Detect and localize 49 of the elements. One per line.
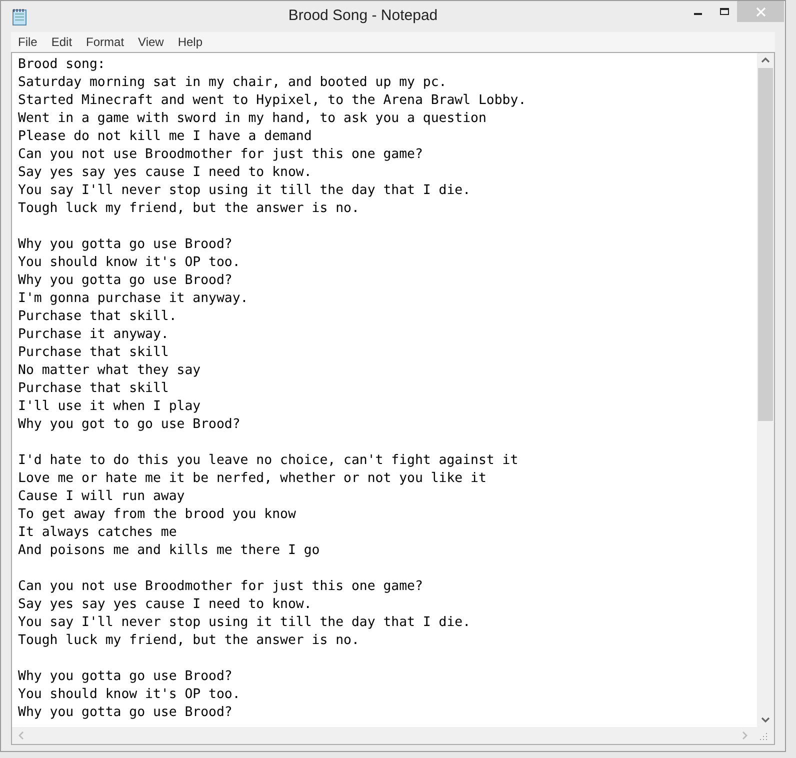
menu-item[interactable]: File (11, 33, 44, 51)
text-line: Purchase it anyway. (18, 326, 169, 344)
notepad-icon (11, 8, 29, 26)
text-line: Went in a game with sword in my hand, to ask you a question (18, 110, 486, 128)
text-line: Love me or hate me it be nerfed, whether or not you like it (18, 470, 486, 488)
window-title: Brood Song - Notepad (288, 6, 438, 26)
scroll-left-icon[interactable] (18, 731, 24, 740)
text-line: Say yes say yes cause I need to know. (18, 164, 312, 182)
text-line: Can you not use Broodmother for just this one game? (18, 146, 423, 164)
text-line: You should know it's OP too. (18, 254, 240, 272)
text-line: To get away from the brood you know (18, 506, 296, 524)
text-line: Why you gotta go use Brood? (18, 704, 232, 722)
vertical-scrollbar[interactable] (757, 53, 774, 727)
text-line: No matter what they say (18, 362, 201, 380)
text-line: Why you gotta go use Brood? (18, 236, 232, 254)
text-line: You should know it's OP too. (18, 686, 240, 704)
menu-item[interactable]: Help (170, 33, 210, 51)
text-line: Say yes say yes cause I need to know. (18, 596, 312, 614)
text-line: Can you not use Broodmother for just this one game? (18, 578, 423, 596)
text-line: Brood song: (18, 56, 106, 74)
menu-item[interactable]: Format (79, 33, 132, 51)
scroll-right-icon[interactable] (742, 731, 748, 740)
text-line: Why you gotta go use Brood? (18, 272, 232, 290)
text-line: You say I'll never stop using it till the day that I die. (18, 182, 471, 200)
text-line: Tough luck my friend, but the answer is no. (18, 632, 360, 650)
text-line: And poisons me and kills me there I go (18, 542, 320, 560)
text-line: Please do not kill me I have a demand (18, 128, 312, 146)
text-line: Saturday morning sat in my chair, and booted up my pc. (18, 74, 447, 92)
text-line: Purchase that skill (18, 380, 169, 398)
text-line: Tough luck my friend, but the answer is no. (18, 200, 360, 218)
text-line: Why you gotta go use Brood? (18, 668, 232, 686)
text-line: Purchase that skill (18, 344, 169, 362)
resize-grip-icon[interactable] (760, 732, 768, 740)
scroll-down-icon[interactable] (761, 717, 770, 723)
text-line: Cause I will run away (18, 488, 185, 506)
text-line: I'll use it when I play (18, 398, 201, 416)
text-line: I'd hate to do this you leave no choice, can't fight against it (18, 452, 518, 470)
close-icon (756, 6, 766, 16)
text-line: Started Minecraft and went to Hypixel, to the Arena Brawl Lobby. (18, 92, 526, 110)
text-line: You say I'll never stop using it till the day that I die. (18, 614, 471, 632)
text-line: I'm gonna purchase it anyway. (18, 290, 248, 308)
menu-item[interactable]: Edit (44, 33, 80, 51)
horizontal-scrollbar[interactable] (12, 727, 774, 744)
text-line: It always catches me (18, 524, 177, 542)
scroll-up-icon[interactable] (761, 57, 770, 63)
scrollbar-thumb[interactable] (758, 68, 773, 421)
text-line: Purchase that skill. (18, 308, 177, 326)
menu-item[interactable]: View (131, 33, 171, 51)
text-line: Why you got to go use Brood? (18, 416, 240, 434)
